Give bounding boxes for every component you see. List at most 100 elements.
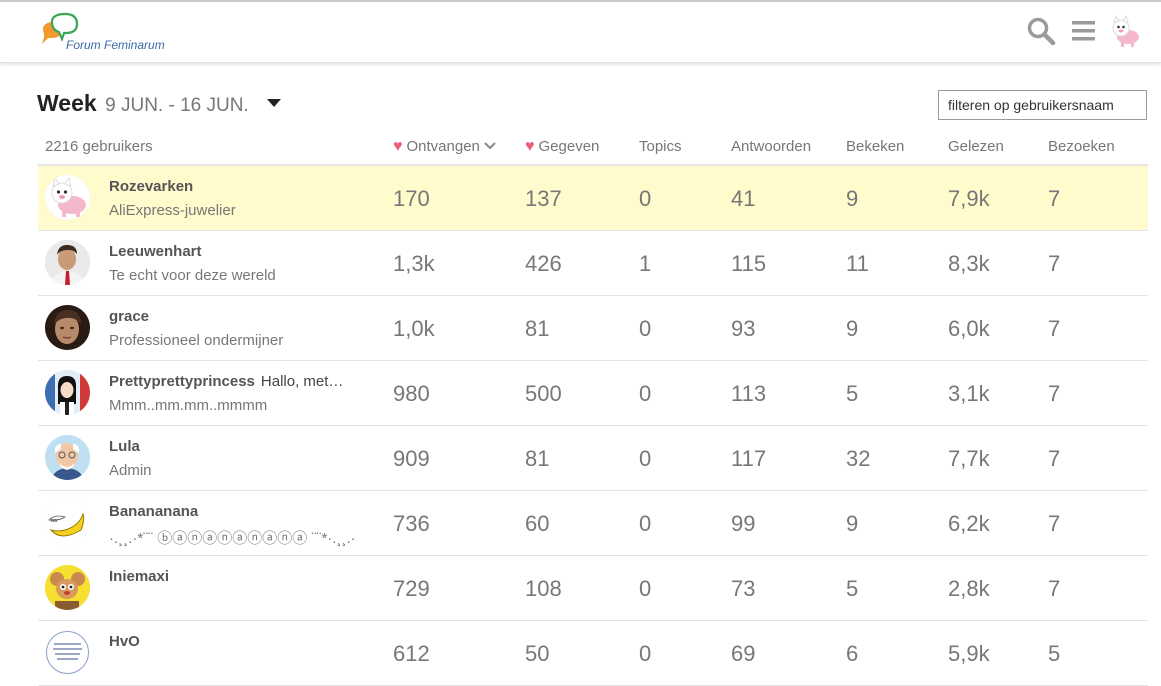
cell-visits: 7 (1048, 186, 1061, 211)
cell-read: 3,1k (948, 381, 990, 406)
username-link[interactable]: Banananana (109, 503, 198, 520)
cell-visits: 7 (1048, 251, 1061, 276)
period-range: 9 JUN. - 16 JUN. (105, 95, 249, 116)
user-row[interactable]: Lula Admin 909 81 0 117 32 7,7k 7 (38, 426, 1148, 491)
cell-received: 909 (393, 446, 430, 471)
heart-icon: ♥ (525, 138, 535, 155)
cell-viewed: 9 (846, 186, 859, 211)
avatar[interactable] (45, 305, 90, 350)
avatar[interactable] (45, 175, 90, 220)
user-row[interactable]: Leeuwenhart Te echt voor deze wereld 1,3k 4… (38, 231, 1148, 296)
cell-replies: 113 (731, 381, 767, 406)
cell-viewed: 6 (846, 641, 859, 666)
username-link[interactable]: grace (109, 308, 149, 325)
column-header-given[interactable]: ♥ Gegeven (525, 138, 599, 156)
cell-viewed: 9 (846, 511, 859, 536)
username-link[interactable]: Rozevarken (109, 178, 193, 195)
caret-down-icon (267, 99, 282, 107)
cell-received: 729 (393, 576, 430, 601)
cell-viewed: 5 (846, 381, 859, 406)
cell-received: 170 (393, 186, 430, 211)
username-link[interactable]: HvO (109, 633, 140, 650)
cell-read: 6,0k (948, 316, 990, 341)
column-header-viewed[interactable]: Bekeken (846, 138, 904, 156)
hamburger-menu-icon[interactable] (1069, 16, 1099, 46)
user-count: 2216 gebruikers (45, 138, 153, 155)
cell-received: 980 (393, 381, 430, 406)
username-text: Banananana (109, 503, 199, 520)
cell-viewed: 9 (846, 316, 859, 341)
cell-given: 81 (525, 316, 550, 341)
username-text: HvO (109, 633, 140, 650)
cell-replies: 93 (731, 316, 756, 341)
site-header: Forum Feminarum (0, 2, 1161, 63)
chevron-down-icon (484, 142, 496, 150)
cell-read: 6,2k (948, 511, 990, 536)
user-row[interactable]: Rozevarken AliExpress-juwelier 170 137 0 41 9 7… (38, 166, 1148, 231)
cell-visits: 7 (1048, 576, 1061, 601)
logo-text: Forum Feminarum (66, 38, 165, 52)
cell-replies: 115 (731, 251, 767, 276)
user-row[interactable]: ba Banananana ·.¸¸.·*¨¨ ⓑⓐⓝⓐⓝⓐⓝⓐⓝⓐ ¨¨*·.¸¸… (38, 491, 1148, 556)
cell-given: 426 (525, 251, 562, 276)
search-icon[interactable] (1026, 16, 1056, 46)
cell-visits: 7 (1048, 316, 1061, 341)
user-title: Professioneel ondermijner (109, 332, 284, 349)
period-label: Week (37, 90, 97, 116)
cell-read: 8,3k (948, 251, 990, 276)
column-header-replies[interactable]: Antwoorden (731, 138, 811, 156)
heart-icon: ♥ (393, 138, 403, 155)
user-row[interactable]: HvO 612 50 0 69 6 5,9k 5 (38, 621, 1148, 686)
column-header-received[interactable]: ♥ Ontvangen (393, 138, 496, 156)
cell-received: 612 (393, 641, 430, 666)
cell-replies: 41 (731, 186, 756, 211)
cell-given: 50 (525, 641, 550, 666)
cell-visits: 5 (1048, 641, 1061, 666)
avatar[interactable]: ba (45, 500, 90, 545)
avatar[interactable] (45, 240, 90, 285)
cell-replies: 73 (731, 576, 756, 601)
username-text: grace (109, 308, 150, 325)
username-text: Rozevarken (109, 178, 194, 195)
svg-text:ba: ba (51, 518, 57, 524)
cell-topics: 0 (639, 641, 652, 666)
column-header-visits[interactable]: Bezoeken (1048, 138, 1115, 156)
cell-topics: 0 (639, 511, 652, 536)
user-row[interactable]: grace Professioneel ondermijner 1,0k 81 0 93 9… (38, 296, 1148, 361)
user-row[interactable]: Prettyprettyprincess Hallo, met… Mmm..mm.m… (38, 361, 1148, 426)
username-link[interactable]: Prettyprettyprincess Hallo, met… (109, 373, 343, 390)
avatar[interactable] (45, 370, 90, 415)
cell-received: 1,0k (393, 316, 435, 341)
cell-topics: 0 (639, 186, 652, 211)
cell-viewed: 5 (846, 576, 859, 601)
user-avatar-icon[interactable] (1109, 14, 1143, 48)
username-filter-input[interactable] (938, 90, 1147, 120)
username-text: Iniemaxi (109, 568, 170, 585)
avatar[interactable] (45, 565, 90, 610)
cell-visits: 7 (1048, 511, 1061, 536)
cell-topics: 0 (639, 576, 652, 601)
column-header-read[interactable]: Gelezen (948, 138, 1004, 156)
username-link[interactable]: Leeuwenhart (109, 243, 202, 260)
user-title: ·.¸¸.·*¨¨ ⓑⓐⓝⓐⓝⓐⓝⓐⓝⓐ ¨¨*·.¸¸.· (109, 530, 356, 547)
cell-given: 137 (525, 186, 562, 211)
username-link[interactable]: Lula (109, 438, 140, 455)
site-logo[interactable]: Forum Feminarum (38, 12, 188, 56)
user-row[interactable]: Iniemaxi 729 108 0 73 5 2,8k 7 (38, 556, 1148, 621)
username-link[interactable]: Iniemaxi (109, 568, 169, 585)
period-selector[interactable]: Week 9 JUN. - 16 JUN. (37, 90, 282, 120)
user-title: Te echt voor deze wereld (109, 267, 276, 284)
cell-replies: 117 (731, 446, 767, 471)
cell-topics: 0 (639, 316, 652, 341)
cell-given: 500 (525, 381, 562, 406)
cell-read: 5,9k (948, 641, 990, 666)
column-header-topics[interactable]: Topics (639, 138, 682, 156)
column-label-given: Gegeven (538, 138, 600, 155)
avatar[interactable] (45, 630, 90, 675)
cell-given: 81 (525, 446, 550, 471)
avatar[interactable] (45, 435, 90, 480)
cell-received: 736 (393, 511, 430, 536)
username-text: Prettyprettyprincess (109, 373, 255, 390)
cell-read: 7,7k (948, 446, 990, 471)
cell-received: 1,3k (393, 251, 435, 276)
